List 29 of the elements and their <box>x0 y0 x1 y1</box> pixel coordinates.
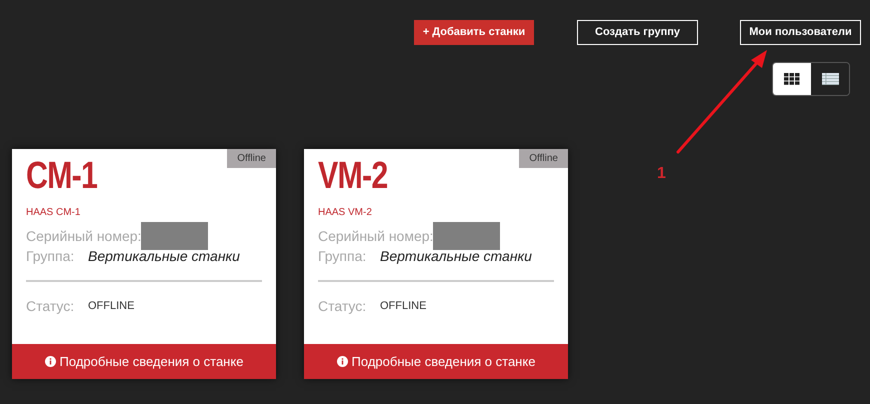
redaction-block <box>433 222 500 250</box>
grid-icon <box>784 73 800 85</box>
details-button[interactable]: Подробные сведения о станке <box>12 344 276 379</box>
redaction-block <box>141 222 208 250</box>
group-value: Вертикальные станки <box>380 247 532 266</box>
status-label: Статус: <box>318 297 368 316</box>
annotation-label: 1 <box>657 164 666 184</box>
machine-name: CM-1 <box>26 155 98 197</box>
info-icon <box>336 356 348 367</box>
status-badge: Offline <box>227 149 276 168</box>
machine-model: HAAS VM-2 <box>318 206 372 220</box>
status-label: Статус: <box>26 297 76 316</box>
action-button[interactable]: Создать группу <box>577 20 698 45</box>
group-label: Группа: <box>318 247 368 266</box>
machine-name: VM-2 <box>318 155 388 197</box>
machine-model: HAAS CM-1 <box>26 206 80 220</box>
status-value: OFFLINE <box>380 299 426 314</box>
serial-label: Серийный номер: <box>26 226 142 246</box>
info-icon <box>44 356 56 367</box>
action-button[interactable]: + Добавить станки <box>414 20 534 45</box>
view-toggle-button[interactable] <box>773 63 811 95</box>
action-button[interactable]: Мои пользователи <box>740 20 861 45</box>
group-value: Вертикальные станки <box>88 247 240 266</box>
list-icon <box>822 73 838 85</box>
status-badge: Offline <box>519 149 568 168</box>
status-value: OFFLINE <box>88 299 134 314</box>
group-label: Группа: <box>26 247 76 266</box>
serial-label: Серийный номер: <box>318 226 434 246</box>
details-button[interactable]: Подробные сведения о станке <box>304 344 568 379</box>
